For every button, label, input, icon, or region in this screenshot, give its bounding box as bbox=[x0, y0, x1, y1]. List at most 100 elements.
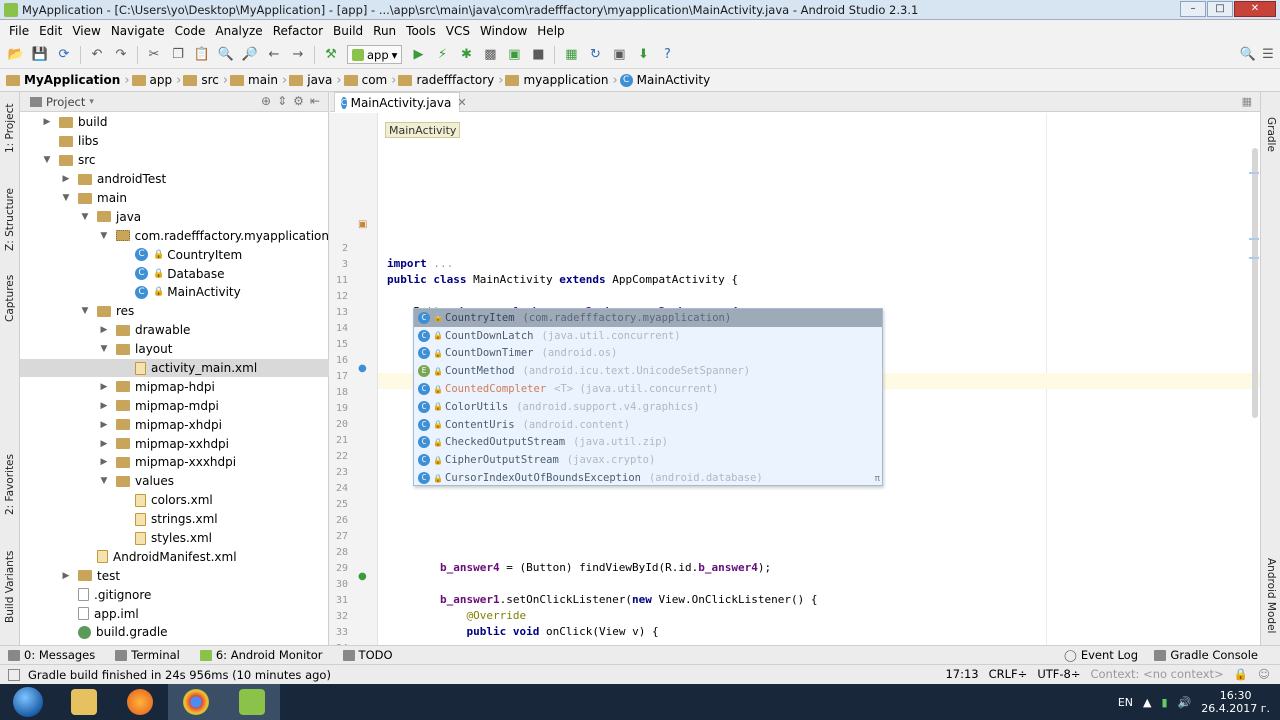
menu-tools[interactable]: Tools bbox=[401, 24, 441, 38]
completion-item[interactable]: C 🔒 ContentUris (android.content) bbox=[414, 416, 882, 434]
crumb-com[interactable]: com bbox=[342, 71, 392, 90]
caret-position[interactable]: 17:13 bbox=[945, 667, 978, 681]
collapsed-arrow-icon[interactable]: ▶ bbox=[41, 117, 53, 127]
tree-item[interactable]: ▼ main bbox=[20, 189, 329, 208]
clock[interactable]: 16:30 26.4.2017 г. bbox=[1201, 689, 1270, 715]
tab-mainactivity-java[interactable]: C MainActivity.java ✕ bbox=[334, 92, 467, 112]
make-project-icon[interactable]: ⚒ bbox=[322, 46, 340, 64]
expanded-arrow-icon[interactable]: ▼ bbox=[98, 476, 110, 486]
tab-messages[interactable]: 0: Messages bbox=[0, 648, 107, 662]
completion-item[interactable]: C 🔒 ColorUtils (android.support.v4.graphics… bbox=[414, 398, 882, 416]
taskbar-firefox[interactable] bbox=[112, 684, 168, 720]
crumb-myapplication[interactable]: MyApplication bbox=[4, 71, 124, 90]
tree-item[interactable]: C 🔒 Database bbox=[20, 264, 329, 283]
completion-item[interactable]: C 🔒 CountDownTimer (android.os) bbox=[414, 345, 882, 363]
menu-file[interactable]: File bbox=[4, 24, 34, 38]
tree-item[interactable]: .gitignore bbox=[20, 585, 329, 604]
crumb-src[interactable]: src bbox=[181, 71, 223, 90]
implements-marker-icon[interactable]: ● bbox=[358, 571, 367, 582]
tree-item[interactable]: ▶ test bbox=[20, 566, 329, 585]
crumb-radefffactory[interactable]: radefffactory bbox=[396, 71, 498, 90]
tree-item[interactable]: ▼ src bbox=[20, 151, 329, 170]
code-line[interactable]: import ... bbox=[387, 257, 453, 270]
completion-item[interactable]: C 🔒 CountDownLatch (java.util.concurrent) bbox=[414, 327, 882, 345]
taskbar-chrome[interactable] bbox=[168, 684, 224, 720]
collapse-all-icon[interactable]: ⇕ bbox=[277, 94, 287, 108]
tab-android-model[interactable]: Android Model bbox=[1261, 554, 1280, 638]
tree-item[interactable]: C 🔒 MainActivity bbox=[20, 283, 329, 302]
run-icon[interactable]: ▶ bbox=[409, 46, 427, 64]
run-config-select[interactable]: app ▾ bbox=[347, 45, 403, 64]
start-button[interactable] bbox=[0, 684, 56, 720]
cut-icon[interactable]: ✂ bbox=[145, 46, 163, 64]
completion-item[interactable]: C 🔒 CountedCompleter <T> (java.util.concurr… bbox=[414, 380, 882, 398]
file-encoding[interactable]: UTF-8÷ bbox=[1037, 667, 1080, 681]
tree-item[interactable]: ▶ mipmap-mdpi bbox=[20, 396, 329, 415]
help-icon[interactable]: ? bbox=[658, 46, 676, 64]
editor-scrollbar[interactable] bbox=[1252, 148, 1258, 418]
volume-icon[interactable]: 🔊 bbox=[1178, 696, 1192, 709]
expanded-arrow-icon[interactable]: ▼ bbox=[98, 231, 110, 241]
taskbar-explorer[interactable] bbox=[56, 684, 112, 720]
undo-icon[interactable]: ↶ bbox=[88, 46, 106, 64]
collapsed-arrow-icon[interactable]: ▶ bbox=[98, 457, 110, 467]
copy-icon[interactable]: ❐ bbox=[169, 46, 187, 64]
code-line[interactable]: b_answer4 = (Button) findViewById(R.id.b… bbox=[387, 561, 771, 574]
expanded-arrow-icon[interactable]: ▼ bbox=[98, 344, 110, 354]
menu-refactor[interactable]: Refactor bbox=[268, 24, 328, 38]
debug-icon[interactable]: ✱ bbox=[457, 46, 475, 64]
tree-item[interactable]: ▼ res bbox=[20, 302, 329, 321]
tab-project[interactable]: 1: Project bbox=[0, 98, 20, 158]
tree-item[interactable]: strings.xml bbox=[20, 510, 329, 529]
tab-event-log[interactable]: ◯ Event Log bbox=[1056, 648, 1150, 662]
menu-help[interactable]: Help bbox=[532, 24, 569, 38]
tree-item[interactable]: colors.xml bbox=[20, 491, 329, 510]
inspector-icon[interactable]: ☺ bbox=[1258, 667, 1270, 681]
toolbar-menu-icon[interactable]: ☰ bbox=[1259, 46, 1277, 64]
tab-favorites[interactable]: 2: Favorites bbox=[0, 452, 20, 518]
menu-build[interactable]: Build bbox=[328, 24, 368, 38]
tree-item[interactable]: ▶ androidTest bbox=[20, 170, 329, 189]
replace-icon[interactable]: 🔎 bbox=[241, 46, 259, 64]
sync-gradle-icon[interactable]: ↻ bbox=[586, 46, 604, 64]
sdk-manager-icon[interactable]: ⬇ bbox=[634, 46, 652, 64]
tab-todo[interactable]: TODO bbox=[335, 648, 405, 662]
completion-item[interactable]: E 🔒 CountMethod (android.icu.text.UnicodeSe… bbox=[414, 362, 882, 380]
tab-build-variants[interactable]: Build Variants bbox=[0, 542, 20, 632]
collapsed-arrow-icon[interactable]: ▶ bbox=[60, 174, 72, 184]
tab-gradle-console[interactable]: Gradle Console bbox=[1146, 648, 1270, 662]
collapsed-arrow-icon[interactable]: ▶ bbox=[98, 325, 110, 335]
tree-item[interactable]: AndroidManifest.xml bbox=[20, 547, 329, 566]
menu-vcs[interactable]: VCS bbox=[441, 24, 475, 38]
forward-icon[interactable]: → bbox=[289, 46, 307, 64]
code-completion-popup[interactable]: C 🔒 CountryItem (com.radefffactory.myapplic… bbox=[413, 308, 883, 486]
collapsed-arrow-icon[interactable]: ▶ bbox=[98, 401, 110, 411]
tree-item[interactable]: ▶ mipmap-hdpi bbox=[20, 377, 329, 396]
menu-view[interactable]: View bbox=[67, 24, 105, 38]
network-icon[interactable]: ▮ bbox=[1161, 696, 1167, 709]
find-icon[interactable]: 🔍 bbox=[217, 46, 235, 64]
taskbar-android-studio[interactable] bbox=[224, 684, 280, 720]
crumb-main[interactable]: main bbox=[228, 71, 282, 90]
tree-item[interactable]: C 🔒 CountryItem bbox=[20, 245, 329, 264]
collapsed-arrow-icon[interactable]: ▶ bbox=[98, 420, 110, 430]
menu-edit[interactable]: Edit bbox=[34, 24, 67, 38]
tab-gradle[interactable]: Gradle bbox=[1261, 114, 1280, 154]
search-icon[interactable]: 🔍 bbox=[1239, 46, 1257, 64]
back-icon[interactable]: ← bbox=[265, 46, 283, 64]
menu-analyze[interactable]: Analyze bbox=[210, 24, 267, 38]
tab-android-monitor[interactable]: 6: Android Monitor bbox=[192, 648, 335, 662]
method-override-icon[interactable]: ● bbox=[358, 363, 367, 374]
menu-window[interactable]: Window bbox=[475, 24, 532, 38]
completion-item[interactable]: C 🔒 CountryItem (com.radefffactory.myapplic… bbox=[414, 309, 882, 327]
paste-icon[interactable]: 📋 bbox=[193, 46, 211, 64]
minimize-button[interactable]: – bbox=[1180, 1, 1206, 17]
tree-item[interactable]: ▼ layout bbox=[20, 340, 329, 359]
tab-terminal[interactable]: Terminal bbox=[107, 648, 192, 662]
class-override-icon[interactable]: ▣ bbox=[358, 219, 367, 230]
tree-item[interactable]: app.iml bbox=[20, 604, 329, 623]
crumb-myapplication-pkg[interactable]: myapplication bbox=[503, 71, 612, 90]
tree-item[interactable]: build.gradle bbox=[20, 623, 329, 642]
close-tab-icon[interactable]: ✕ bbox=[457, 96, 466, 109]
tree-item[interactable]: styles.xml bbox=[20, 529, 329, 548]
